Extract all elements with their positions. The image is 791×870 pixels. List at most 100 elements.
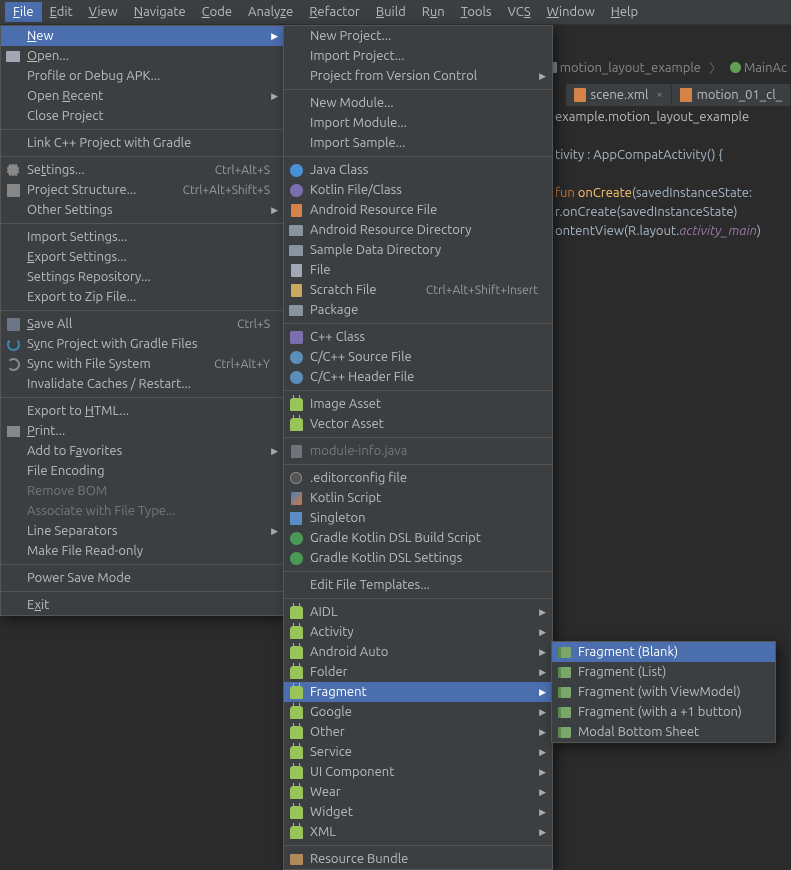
menubar-analyze[interactable]: Analyze bbox=[240, 2, 301, 22]
menu-fragment-blank[interactable]: Fragment (Blank) bbox=[552, 642, 775, 662]
menu-fragment-viewmodel[interactable]: Fragment (with ViewModel) bbox=[552, 682, 775, 702]
menu-export-html[interactable]: Export to HTML... bbox=[1, 401, 284, 421]
menu-save-all[interactable]: Save AllCtrl+S bbox=[1, 314, 284, 334]
fragment-icon bbox=[558, 667, 571, 678]
menu-scratch-file[interactable]: Scratch FileCtrl+Alt+Shift+Insert bbox=[284, 280, 552, 300]
menubar-edit[interactable]: Edit bbox=[42, 2, 81, 22]
menu-settings[interactable]: Settings...Ctrl+Alt+S bbox=[1, 160, 284, 180]
menubar-view[interactable]: View bbox=[81, 2, 126, 22]
menu-fragment[interactable]: Fragment▶ bbox=[284, 682, 552, 702]
menu-other-settings[interactable]: Other Settings▶ bbox=[1, 200, 284, 220]
menu-open-recent[interactable]: Open Recent▶ bbox=[1, 86, 284, 106]
menu-c-header[interactable]: C/C++ Header File bbox=[284, 367, 552, 387]
menu-import-settings[interactable]: Import Settings... bbox=[1, 227, 284, 247]
tab-motion[interactable]: motion_01_cl_ bbox=[672, 84, 791, 106]
breadcrumb-file[interactable]: MainAc bbox=[726, 59, 791, 77]
close-icon[interactable]: × bbox=[656, 89, 662, 101]
menu-edit-file-templates[interactable]: Edit File Templates... bbox=[284, 575, 552, 595]
menu-vector-asset[interactable]: Vector Asset bbox=[284, 414, 552, 434]
menu-singleton[interactable]: Singleton bbox=[284, 508, 552, 528]
menubar-refactor[interactable]: Refactor bbox=[301, 2, 368, 22]
package-icon bbox=[289, 305, 303, 316]
separator bbox=[1, 223, 284, 224]
menu-open[interactable]: Open... bbox=[1, 46, 284, 66]
menu-java-class[interactable]: Java Class bbox=[284, 160, 552, 180]
menu-kotlin-file[interactable]: Kotlin File/Class bbox=[284, 180, 552, 200]
menu-power-save[interactable]: Power Save Mode bbox=[1, 568, 284, 588]
menu-activity[interactable]: Activity▶ bbox=[284, 622, 552, 642]
menubar-window[interactable]: Window bbox=[539, 2, 603, 22]
menu-editorconfig[interactable]: .editorconfig file bbox=[284, 468, 552, 488]
menubar-navigate[interactable]: Navigate bbox=[126, 2, 194, 22]
menubar-file[interactable]: File bbox=[5, 2, 42, 22]
menu-android-auto[interactable]: Android Auto▶ bbox=[284, 642, 552, 662]
menu-import-sample[interactable]: Import Sample... bbox=[284, 133, 552, 153]
menu-file[interactable]: File bbox=[284, 260, 552, 280]
menu-print[interactable]: Print... bbox=[1, 421, 284, 441]
tab-scene[interactable]: scene.xml× bbox=[566, 84, 672, 106]
menu-line-separators[interactable]: Line Separators▶ bbox=[1, 521, 284, 541]
android-icon bbox=[290, 606, 303, 619]
menu-sync-fs[interactable]: Sync with File SystemCtrl+Alt+Y bbox=[1, 354, 284, 374]
menubar-build[interactable]: Build bbox=[368, 2, 414, 22]
menu-c-source[interactable]: C/C++ Source File bbox=[284, 347, 552, 367]
menu-service[interactable]: Service▶ bbox=[284, 742, 552, 762]
menu-other[interactable]: Other▶ bbox=[284, 722, 552, 742]
menu-wear[interactable]: Wear▶ bbox=[284, 782, 552, 802]
menu-google[interactable]: Google▶ bbox=[284, 702, 552, 722]
menu-fragment-plus[interactable]: Fragment (with a +1 button) bbox=[552, 702, 775, 722]
menu-sample-data-dir[interactable]: Sample Data Directory bbox=[284, 240, 552, 260]
menu-gradle-build-script[interactable]: Gradle Kotlin DSL Build Script bbox=[284, 528, 552, 548]
menu-project-structure[interactable]: Project Structure...Ctrl+Alt+Shift+S bbox=[1, 180, 284, 200]
menu-package[interactable]: Package bbox=[284, 300, 552, 320]
menu-link-cpp[interactable]: Link C++ Project with Gradle bbox=[1, 133, 284, 153]
menu-ui-component[interactable]: UI Component▶ bbox=[284, 762, 552, 782]
menu-cpp-class[interactable]: C++ Class bbox=[284, 327, 552, 347]
menu-add-favorites[interactable]: Add to Favorites▶ bbox=[1, 441, 284, 461]
separator bbox=[284, 598, 552, 599]
menubar-tools[interactable]: Tools bbox=[453, 2, 500, 22]
menubar-run[interactable]: Run bbox=[414, 2, 453, 22]
menu-import-module[interactable]: Import Module... bbox=[284, 113, 552, 133]
menubar-code[interactable]: Code bbox=[194, 2, 240, 22]
menu-aidl[interactable]: AIDL▶ bbox=[284, 602, 552, 622]
menu-folder[interactable]: Folder▶ bbox=[284, 662, 552, 682]
menubar-help[interactable]: Help bbox=[603, 2, 646, 22]
menu-import-project[interactable]: Import Project... bbox=[284, 46, 552, 66]
menu-widget[interactable]: Widget▶ bbox=[284, 802, 552, 822]
breadcrumb-folder[interactable]: motion_layout_example bbox=[539, 59, 705, 77]
xml-icon bbox=[291, 204, 302, 217]
code-editor[interactable]: example.motion_layout_example tivity : A… bbox=[555, 108, 791, 241]
menu-invalidate-caches[interactable]: Invalidate Caches / Restart... bbox=[1, 374, 284, 394]
android-icon bbox=[290, 766, 303, 779]
menu-xml[interactable]: XML▶ bbox=[284, 822, 552, 842]
menu-modal-bottom-sheet[interactable]: Modal Bottom Sheet bbox=[552, 722, 775, 742]
android-icon bbox=[290, 706, 303, 719]
menu-sync-gradle[interactable]: Sync Project with Gradle Files bbox=[1, 334, 284, 354]
menu-gradle-settings[interactable]: Gradle Kotlin DSL Settings bbox=[284, 548, 552, 568]
separator bbox=[1, 591, 284, 592]
menu-profile-apk[interactable]: Profile or Debug APK... bbox=[1, 66, 284, 86]
menu-export-settings[interactable]: Export Settings... bbox=[1, 247, 284, 267]
menu-project-vcs[interactable]: Project from Version Control▶ bbox=[284, 66, 552, 86]
menu-close-project[interactable]: Close Project bbox=[1, 106, 284, 126]
menu-android-res-file[interactable]: Android Resource File bbox=[284, 200, 552, 220]
file-menu: New▶ Open... Profile or Debug APK... Ope… bbox=[0, 25, 285, 616]
menu-make-readonly[interactable]: Make File Read-only bbox=[1, 541, 284, 561]
menu-fragment-list[interactable]: Fragment (List) bbox=[552, 662, 775, 682]
menu-kotlin-script[interactable]: Kotlin Script bbox=[284, 488, 552, 508]
menu-new-project[interactable]: New Project... bbox=[284, 26, 552, 46]
menu-exit[interactable]: Exit bbox=[1, 595, 284, 615]
menu-settings-repo[interactable]: Settings Repository... bbox=[1, 267, 284, 287]
menu-image-asset[interactable]: Image Asset bbox=[284, 394, 552, 414]
menu-new[interactable]: New▶ bbox=[1, 26, 284, 46]
menu-android-res-dir[interactable]: Android Resource Directory bbox=[284, 220, 552, 240]
menu-export-zip[interactable]: Export to Zip File... bbox=[1, 287, 284, 307]
menu-resource-bundle[interactable]: Resource Bundle bbox=[284, 849, 552, 869]
menu-new-module[interactable]: New Module... bbox=[284, 93, 552, 113]
save-icon bbox=[7, 318, 20, 331]
separator bbox=[284, 156, 552, 157]
menu-file-encoding[interactable]: File Encoding bbox=[1, 461, 284, 481]
folder-open-icon bbox=[6, 51, 20, 62]
menubar-vcs[interactable]: VCS bbox=[500, 2, 539, 22]
